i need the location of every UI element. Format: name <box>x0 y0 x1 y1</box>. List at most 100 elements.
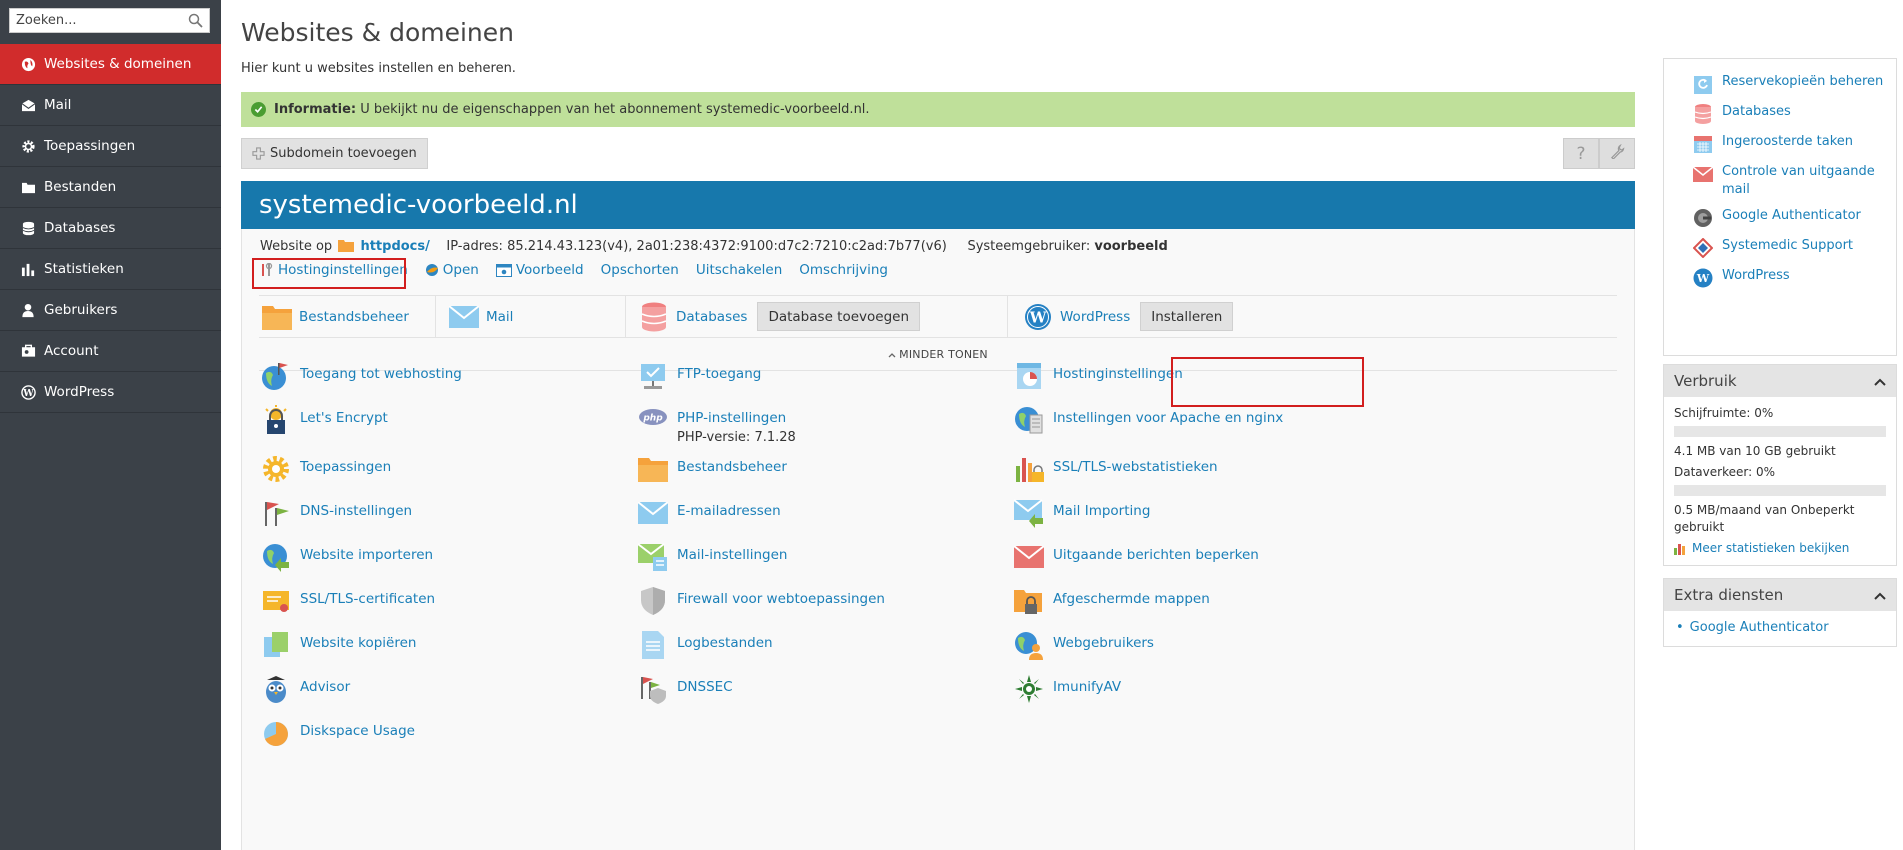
tool-diskspace-usage[interactable]: Diskspace Usage <box>260 717 415 749</box>
tool-apache-nginx[interactable]: Instellingen voor Apache en nginx <box>1013 404 1283 436</box>
wrench-icon <box>1610 143 1625 163</box>
search-icon[interactable] <box>188 13 203 32</box>
tool-import-website[interactable]: Website importeren <box>260 541 433 573</box>
nav-label: Account <box>44 343 99 359</box>
tool-file-manager[interactable]: Bestandsbeheer <box>637 453 787 485</box>
link-databases[interactable]: Databases <box>1664 99 1896 129</box>
highlight-box <box>1171 357 1364 407</box>
disk-usage-bar <box>1674 426 1886 437</box>
lock-sun-icon <box>260 404 292 436</box>
tool-applications[interactable]: Toepassingen <box>260 453 391 485</box>
help-button[interactable]: ? <box>1563 138 1599 169</box>
tool-web-users[interactable]: Webgebruikers <box>1013 629 1154 661</box>
extra-services-header[interactable]: Extra diensten <box>1664 579 1896 611</box>
action-label: Uitschakelen <box>695 262 783 278</box>
tool-ssl-web-stats[interactable]: SSL/TLS-webstatistieken <box>1013 453 1218 485</box>
quick-wordpress: W WordPress Installeren <box>1008 296 1617 337</box>
nav-item-websites-domains[interactable]: Websites & domeinen <box>0 44 221 85</box>
search-box <box>9 8 210 33</box>
usage-panel-header[interactable]: Verbruik <box>1664 365 1896 397</box>
page-description: Hier kunt u websites instellen en behere… <box>241 61 516 76</box>
nav-item-wordpress[interactable]: W WordPress <box>0 372 221 413</box>
quick-label: Mail <box>486 308 514 325</box>
tool-protected-dirs[interactable]: Afgeschermde mappen <box>1013 585 1210 617</box>
search-input[interactable] <box>10 9 178 32</box>
tool-label: DNSSEC <box>677 679 733 695</box>
highlight-box <box>252 258 406 289</box>
tool-mail-importing[interactable]: Mail Importing <box>1013 497 1150 529</box>
suspend-link[interactable]: Opschorten <box>601 262 679 278</box>
ip-label: IP-adres: <box>446 239 503 254</box>
extra-item-google-authenticator[interactable]: • Google Authenticator <box>1676 619 1886 636</box>
tool-dns-settings[interactable]: DNS-instellingen <box>260 497 412 529</box>
tool-ftp-access[interactable]: FTP-toegang <box>637 360 761 392</box>
add-database-button[interactable]: Database toevoegen <box>757 302 921 331</box>
folder-lock-icon <box>1013 585 1045 617</box>
nav-item-databases[interactable]: Databases <box>0 208 221 249</box>
link-scheduled-tasks[interactable]: Ingeroosterde taken <box>1664 129 1896 159</box>
docroot-link[interactable]: httpdocs/ <box>360 239 429 254</box>
help-icon: ? <box>1576 143 1586 164</box>
preview-icon <box>495 263 512 277</box>
envelope-red-icon <box>1013 541 1045 573</box>
show-less-toggle[interactable]: MINDER TONEN <box>259 339 1617 371</box>
tool-php-settings[interactable]: php PHP-instellingen PHP-versie: 7.1.28 <box>637 404 796 445</box>
add-subdomain-button[interactable]: Subdomein toevoegen <box>241 138 428 169</box>
tool-web-app-firewall[interactable]: Firewall voor webtoepassingen <box>637 585 885 617</box>
quick-mail[interactable]: Mail <box>436 296 626 337</box>
tool-label: Bestandsbeheer <box>677 459 787 475</box>
more-stats-link[interactable]: Meer statistieken bekijken <box>1674 540 1886 557</box>
chevron-up-icon[interactable] <box>1874 372 1886 390</box>
tool-limit-outgoing[interactable]: Uitgaande berichten beperken <box>1013 541 1259 573</box>
domain-name[interactable]: systemedic-voorbeeld.nl <box>259 190 578 220</box>
more-stats-label: Meer statistieken bekijken <box>1692 541 1850 555</box>
nav-item-applications[interactable]: Toepassingen <box>0 126 221 167</box>
tool-mail-settings[interactable]: Mail-instellingen <box>637 541 787 573</box>
database-icon <box>638 301 670 333</box>
link-wordpress[interactable]: W WordPress <box>1664 263 1896 293</box>
disk-detail: 4.1 MB van 10 GB gebruikt <box>1674 444 1836 458</box>
ftp-folder-icon <box>637 360 669 392</box>
tool-ssl-certificates[interactable]: SSL/TLS-certificaten <box>260 585 435 617</box>
action-label: Open <box>442 262 479 278</box>
wordpress-icon: W <box>1022 301 1054 333</box>
quick-label[interactable]: WordPress <box>1060 309 1130 325</box>
nav-item-statistics[interactable]: Statistieken <box>0 249 221 290</box>
disable-link[interactable]: Uitschakelen <box>696 262 782 278</box>
tool-lets-encrypt[interactable]: Let's Encrypt <box>260 404 388 436</box>
preview-link[interactable]: Voorbeeld <box>495 262 584 278</box>
settings-button[interactable] <box>1599 138 1635 169</box>
tool-dnssec[interactable]: DNSSEC <box>637 673 733 705</box>
quick-label[interactable]: Databases <box>676 309 747 325</box>
quick-links-panel: Reservekopieën beheren Databases Ingeroo… <box>1663 58 1897 356</box>
tool-label: Firewall voor webtoepassingen <box>677 591 885 607</box>
tool-email-addresses[interactable]: E-mailadressen <box>637 497 781 529</box>
open-link[interactable]: Open <box>425 262 479 278</box>
owl-icon <box>260 673 292 705</box>
description-link[interactable]: Omschrijving <box>799 262 888 278</box>
document-icon <box>637 629 669 661</box>
nav-item-mail[interactable]: Mail <box>0 85 221 126</box>
nav-item-users[interactable]: Gebruikers <box>0 290 221 331</box>
tool-imunifyav[interactable]: ImunifyAV <box>1013 673 1121 705</box>
tool-copy-website[interactable]: Website kopiëren <box>260 629 416 661</box>
link-outgoing-mail[interactable]: Controle van uitgaande mail <box>1664 159 1896 203</box>
quick-filemanager[interactable]: Bestandsbeheer <box>259 296 436 337</box>
tool-label: SSL/TLS-webstatistieken <box>1053 459 1218 475</box>
link-google-authenticator[interactable]: Google Authenticator <box>1664 203 1896 233</box>
nav-item-files[interactable]: Bestanden <box>0 167 221 208</box>
link-backups[interactable]: Reservekopieën beheren <box>1664 69 1896 99</box>
php-icon: php <box>637 404 669 436</box>
tool-log-files[interactable]: Logbestanden <box>637 629 773 661</box>
disk-label: Schijfruimte: <box>1674 406 1751 420</box>
link-systemedic-support[interactable]: Systemedic Support <box>1664 233 1896 263</box>
install-button[interactable]: Installeren <box>1140 302 1234 331</box>
tool-label: SSL/TLS-certificaten <box>300 591 436 607</box>
tool-advisor[interactable]: Advisor <box>260 673 350 705</box>
chevron-up-icon[interactable] <box>1874 586 1886 604</box>
svg-text:php: php <box>642 414 663 424</box>
tool-web-hosting-access[interactable]: Toegang tot webhosting <box>260 360 462 392</box>
nav-item-account[interactable]: Account <box>0 331 221 372</box>
tool-hosting-settings[interactable]: Hostinginstellingen <box>1013 360 1183 392</box>
domain-card: Website op httpdocs/ IP-adres: 85.214.43… <box>241 229 1635 850</box>
